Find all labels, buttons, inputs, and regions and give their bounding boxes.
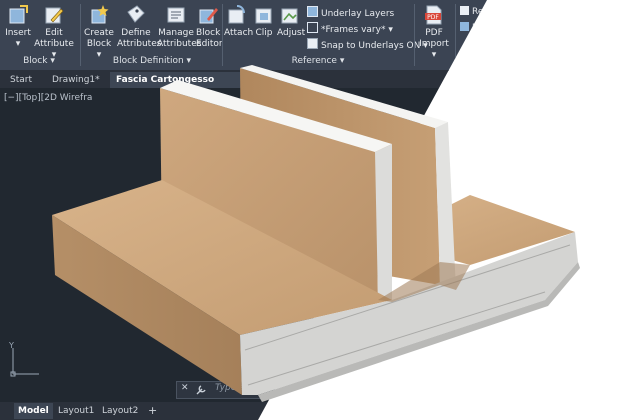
plasterboard-3d-model bbox=[52, 65, 580, 402]
